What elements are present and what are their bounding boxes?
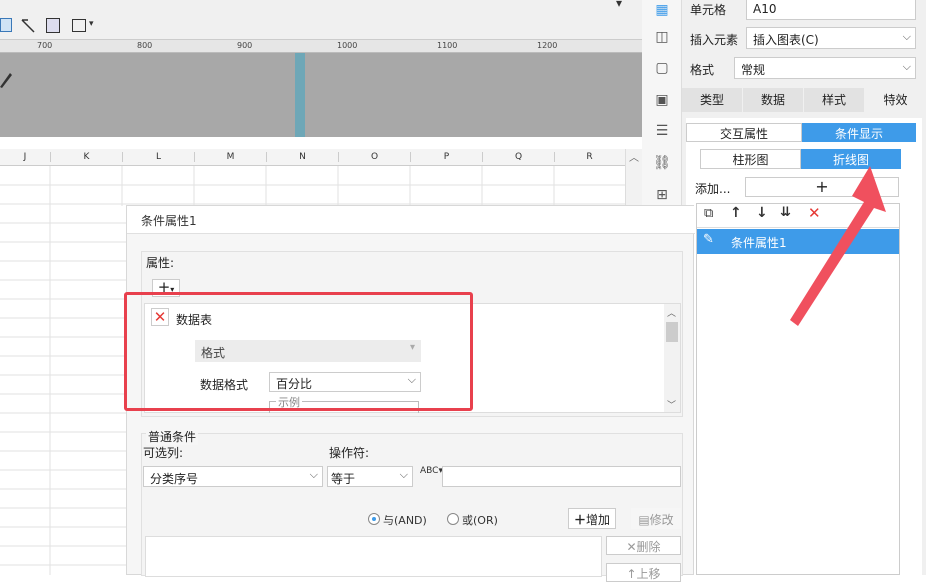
ruler-tick: 700: [37, 41, 53, 50]
copy-icon[interactable]: ⧉: [704, 206, 713, 221]
condition-list-box[interactable]: [145, 536, 602, 577]
chevron-up-icon[interactable]: ︿: [667, 306, 676, 319]
modify-button[interactable]: ▤修改: [631, 508, 681, 529]
column-header[interactable]: R: [554, 152, 624, 162]
format-value: 常规: [741, 63, 766, 77]
attribute-label: 属性:: [146, 256, 175, 270]
arrow-up-icon: ↑: [626, 567, 637, 581]
add-condition-label: 增加: [586, 513, 611, 527]
format-select[interactable]: 常规 ⌵: [734, 57, 916, 79]
ruler-tick: 800: [137, 41, 153, 50]
add-label: 添加...: [695, 182, 731, 196]
add-condition-button[interactable]: ＋增加: [568, 508, 616, 529]
chevron-down-icon: ⌵: [902, 30, 911, 43]
cell-field[interactable]: A10: [746, 0, 916, 20]
tab-data[interactable]: 数据: [743, 88, 803, 112]
tab-interaction[interactable]: 交互属性: [686, 123, 802, 142]
plus-icon: ＋: [573, 513, 586, 527]
optional-columns-label: 可选列:: [143, 446, 184, 460]
rectangle-icon[interactable]: [72, 19, 86, 32]
delete-icon: ✕: [626, 540, 637, 554]
column-header-row: J K L M N O P Q R: [0, 149, 625, 166]
chevron-down-icon: ⌵: [309, 468, 318, 481]
cell-label: 单元格: [690, 3, 727, 17]
ruler-tick: 1100: [437, 41, 458, 50]
ruler-tick: 900: [237, 41, 253, 50]
tab-effects[interactable]: 特效: [865, 88, 926, 112]
tab-condition-display[interactable]: 条件显示: [802, 123, 916, 142]
guide-line[interactable]: [295, 53, 305, 137]
insert-element-select[interactable]: 插入图表(C) ⌵: [746, 27, 916, 49]
toolbar: ▾ ▾: [0, 0, 642, 40]
or-label: 或(OR): [462, 514, 498, 527]
chevron-down-icon: ⌵: [902, 60, 911, 73]
column-header[interactable]: P: [410, 152, 482, 162]
delete-label: 删除: [636, 540, 661, 554]
ruler-tick: 1000: [337, 41, 358, 50]
line-tool-icon[interactable]: [20, 18, 36, 34]
edit-icon: ✎: [703, 232, 714, 247]
cell-attr-icon[interactable]: ◫: [652, 27, 672, 47]
value-type-icon[interactable]: ABC▾: [420, 466, 443, 476]
column-header[interactable]: O: [338, 152, 410, 162]
chevron-down-icon: ⌵: [399, 468, 408, 481]
column-header[interactable]: J: [0, 152, 50, 162]
operator-label: 操作符:: [329, 446, 370, 460]
format-label: 格式: [690, 63, 715, 77]
normal-condition-label: 普通条件: [146, 428, 199, 445]
tab-style[interactable]: 样式: [804, 88, 864, 112]
pen-icon: [0, 73, 12, 88]
column-header[interactable]: N: [266, 152, 338, 162]
link-icon[interactable]: ⛓: [652, 153, 672, 173]
dialog-title: 条件属性1: [127, 206, 695, 234]
column-select[interactable]: 分类序号 ⌵: [143, 466, 323, 487]
value-input[interactable]: [442, 466, 681, 487]
widget-icon[interactable]: ▣: [652, 90, 672, 110]
form-icon[interactable]: [46, 18, 60, 33]
or-radio[interactable]: [447, 513, 459, 525]
caret-icon[interactable]: ▾: [616, 0, 622, 10]
column-header[interactable]: M: [194, 152, 266, 162]
ruler: 700 800 900 1000 1100 1200: [0, 40, 642, 53]
column-header[interactable]: L: [122, 152, 194, 162]
highlight-box: [124, 292, 473, 411]
arrow-up-icon[interactable]: ↑: [730, 205, 742, 221]
attribute-scrollbar[interactable]: ︿ ﹀: [664, 304, 680, 412]
operator-select[interactable]: 等于 ⌵: [327, 466, 413, 487]
cell-icon[interactable]: ▦: [652, 0, 672, 20]
image-icon[interactable]: [0, 18, 12, 32]
list-item-label: 条件属性1: [731, 236, 787, 250]
modify-icon: ▤: [638, 513, 650, 527]
float-element-icon[interactable]: ▢: [652, 58, 672, 78]
scroll-thumb[interactable]: [666, 322, 678, 342]
arrow-down-icon[interactable]: ↓: [756, 205, 768, 221]
column-header[interactable]: Q: [482, 152, 554, 162]
layer-icon[interactable]: ☰: [652, 121, 672, 141]
chevron-down-icon[interactable]: ﹀: [667, 398, 676, 411]
move-up-label: 上移: [636, 567, 661, 581]
column-value: 分类序号: [150, 472, 199, 486]
normal-condition-group: 普通条件 可选列: 操作符: 分类序号 ⌵ 等于 ⌵ ABC▾ 与(AND) 或…: [141, 428, 683, 582]
annotation-arrow: [790, 166, 886, 326]
insert-element-label: 插入元素: [690, 33, 739, 47]
design-canvas[interactable]: [0, 53, 642, 137]
and-radio[interactable]: [368, 513, 380, 525]
insert-element-value: 插入图表(C): [753, 33, 819, 47]
column-header[interactable]: K: [50, 152, 122, 162]
operator-value: 等于: [331, 472, 356, 486]
modify-label: 修改: [649, 513, 674, 527]
chevron-down-icon[interactable]: ▾: [89, 19, 94, 29]
delete-button[interactable]: ✕删除: [606, 536, 681, 555]
move-up-button[interactable]: ↑上移: [606, 563, 681, 582]
radio-dot: [372, 517, 376, 521]
ruler-tick: 1200: [537, 41, 558, 50]
chevron-up-icon[interactable]: ︿: [629, 149, 639, 164]
tree-icon[interactable]: ⊞: [652, 185, 672, 205]
tab-type[interactable]: 类型: [682, 88, 742, 112]
and-label: 与(AND): [383, 514, 427, 527]
